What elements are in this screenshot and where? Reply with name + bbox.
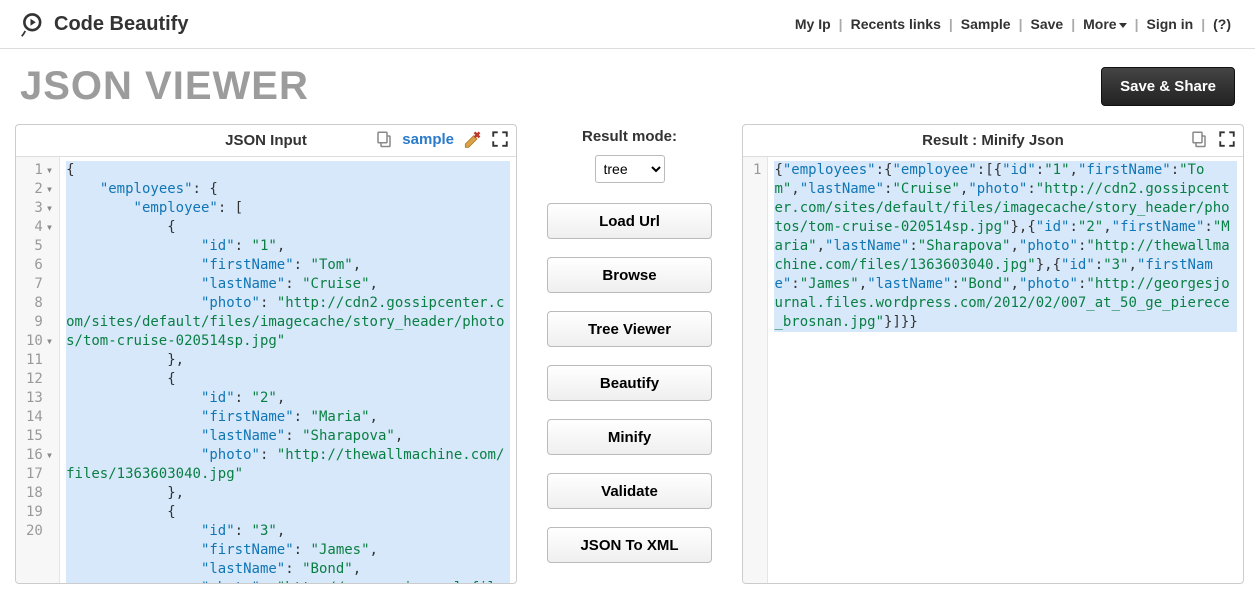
nav-sample[interactable]: Sample — [957, 16, 1015, 32]
result-code-area[interactable]: {"employees":{"employee":[{"id":"1","fir… — [768, 157, 1243, 583]
logo-text: Code Beautify — [54, 13, 188, 36]
chevron-down-icon — [1119, 23, 1127, 28]
controls-panel: Result mode: tree Load Url Browse Tree V… — [537, 124, 722, 584]
json-input-panel: JSON Input sample 1▾2▾3▾4▾5 6 7 8 9 10▾1… — [15, 124, 517, 584]
nav-help[interactable]: (?) — [1209, 16, 1235, 32]
line-gutter: 1▾2▾3▾4▾5 6 7 8 9 10▾11 12 13 14 15 16▾1… — [16, 157, 60, 583]
copy-result-icon[interactable] — [1189, 129, 1209, 149]
nav-save[interactable]: Save — [1027, 16, 1068, 32]
sample-link[interactable]: sample — [402, 131, 454, 148]
main: JSON Input sample 1▾2▾3▾4▾5 6 7 8 9 10▾1… — [0, 124, 1255, 599]
tree-viewer-button[interactable]: Tree Viewer — [547, 311, 712, 347]
code-area[interactable]: { "employees": { "employee": [ { "id": "… — [60, 157, 516, 583]
validate-button[interactable]: Validate — [547, 473, 712, 509]
panel-header-left: JSON Input sample — [16, 125, 516, 157]
nav-recents-links[interactable]: Recents links — [847, 16, 945, 32]
beautify-button[interactable]: Beautify — [547, 365, 712, 401]
fullscreen-icon[interactable] — [490, 129, 510, 149]
nav-sign-in[interactable]: Sign in — [1143, 16, 1198, 32]
fullscreen-result-icon[interactable] — [1217, 129, 1237, 149]
copy-icon[interactable] — [374, 129, 394, 149]
browse-button[interactable]: Browse — [547, 257, 712, 293]
titlebar: JSON VIEWER Save & Share — [0, 49, 1255, 124]
panel-header-right: Result : Minify Json — [743, 125, 1243, 157]
nav-my-ip[interactable]: My Ip — [791, 16, 835, 32]
json-to-xml-button[interactable]: JSON To XML — [547, 527, 712, 563]
result-editor[interactable]: 1 {"employees":{"employee":[{"id":"1","f… — [743, 157, 1243, 583]
load-url-button[interactable]: Load Url — [547, 203, 712, 239]
logo[interactable]: Code Beautify — [20, 10, 188, 38]
minify-button[interactable]: Minify — [547, 419, 712, 455]
panel-title-left: JSON Input — [225, 132, 307, 149]
result-mode-label: Result mode: — [545, 124, 714, 155]
minified-json-text: {"employees":{"employee":[{"id":"1","fir… — [774, 161, 1237, 332]
nav-more[interactable]: More — [1079, 16, 1130, 32]
top-nav: My Ip| Recents links| Sample| Save| More… — [791, 16, 1235, 32]
result-gutter: 1 — [743, 157, 768, 583]
result-mode-select[interactable]: tree — [595, 155, 665, 183]
header: Code Beautify My Ip| Recents links| Samp… — [0, 0, 1255, 49]
json-input-editor[interactable]: 1▾2▾3▾4▾5 6 7 8 9 10▾11 12 13 14 15 16▾1… — [16, 157, 516, 583]
result-panel: Result : Minify Json 1 {"employees":{"em… — [742, 124, 1244, 584]
clear-icon[interactable] — [462, 129, 482, 149]
logo-icon — [20, 10, 48, 38]
save-share-button[interactable]: Save & Share — [1101, 67, 1235, 106]
page-title: JSON VIEWER — [20, 64, 309, 109]
panel-title-right: Result : Minify Json — [922, 132, 1064, 149]
